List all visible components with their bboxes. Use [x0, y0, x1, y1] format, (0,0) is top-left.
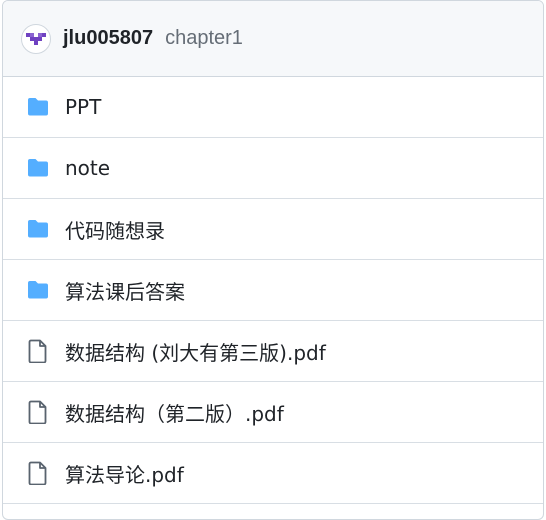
repo-owner-link[interactable]: jlu005807: [63, 27, 153, 50]
folder-icon: [25, 155, 51, 181]
current-path: chapter1: [165, 27, 243, 49]
file-row-ppt[interactable]: PPT: [3, 77, 543, 138]
file-row-note[interactable]: note: [3, 138, 543, 199]
folder-icon: [25, 277, 51, 303]
file-row-data-structures-2nd[interactable]: 数据结构（第二版）.pdf: [3, 382, 543, 443]
file-name[interactable]: 数据结构（第二版）.pdf: [65, 398, 284, 427]
file-row-algorithm-answers[interactable]: 算法课后答案: [3, 260, 543, 321]
file-name[interactable]: PPT: [65, 95, 101, 119]
file-name[interactable]: 代码随想录: [65, 215, 165, 244]
file-icon: [25, 460, 51, 486]
file-name[interactable]: 算法导论.pdf: [65, 459, 184, 488]
file-row-data-structures-3rd[interactable]: 数据结构 (刘大有第三版).pdf: [3, 321, 543, 382]
file-icon: [25, 338, 51, 364]
file-list: PPT note 代码随想录 算法课后答案 数据结构 (刘大有第三版).pdf: [3, 77, 543, 504]
repo-header: jlu005807 chapter1: [3, 1, 543, 77]
file-row-code-notes[interactable]: 代码随想录: [3, 199, 543, 260]
file-name[interactable]: note: [65, 156, 110, 180]
file-name[interactable]: 数据结构 (刘大有第三版).pdf: [65, 337, 326, 366]
user-avatar[interactable]: [21, 23, 51, 54]
identicon-icon: [26, 32, 46, 45]
file-browser-panel: jlu005807 chapter1 PPT note 代码随想录 算法课后答案…: [2, 0, 544, 520]
file-icon: [25, 399, 51, 425]
folder-icon: [25, 216, 51, 242]
folder-icon: [25, 94, 51, 120]
file-row-intro-algorithms[interactable]: 算法导论.pdf: [3, 443, 543, 504]
file-name[interactable]: 算法课后答案: [65, 276, 185, 305]
